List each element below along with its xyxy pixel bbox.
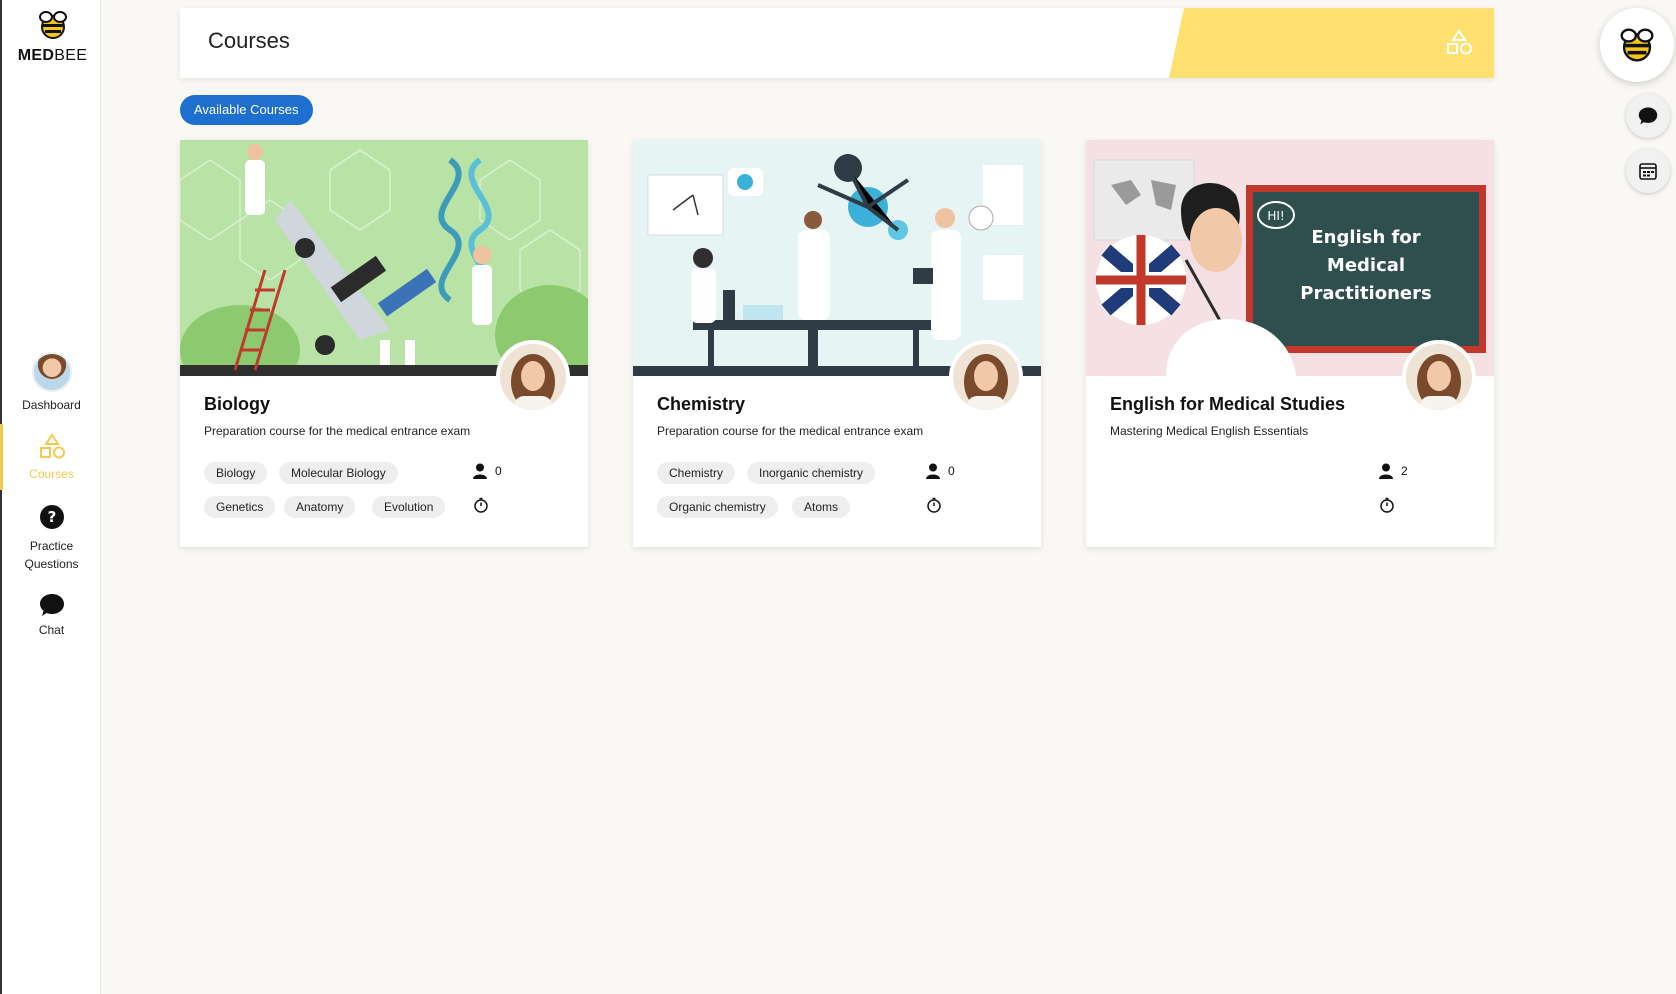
sidebar-item-dashboard[interactable]: Dashboard xyxy=(2,352,101,414)
question-icon: ? xyxy=(39,505,64,529)
student-count-value: 0 xyxy=(495,464,502,478)
course-description: Preparation course for the medical entra… xyxy=(657,424,924,438)
topic-tag[interactable]: Anatomy xyxy=(284,496,356,518)
topic-tag[interactable]: Atoms xyxy=(792,496,851,518)
user-icon xyxy=(1379,463,1393,479)
sidebar-item-label: Chat xyxy=(38,623,65,637)
chat-button[interactable] xyxy=(1626,94,1670,138)
stopwatch-icon xyxy=(927,497,941,513)
sidebar-item-label: Dashboard xyxy=(22,398,81,412)
page-title: Courses xyxy=(208,28,290,53)
calendar-button[interactable] xyxy=(1626,149,1670,193)
sidebar: MEDBEE Dashboard Courses ? Practice Quest… xyxy=(0,0,101,994)
student-count: 2 xyxy=(1379,463,1408,479)
speech-bubble-text: HI! xyxy=(1267,209,1284,223)
instructor-avatar xyxy=(949,340,1023,414)
topic-tag[interactable]: Evolution xyxy=(372,496,446,518)
topic-tag[interactable]: Chemistry xyxy=(657,462,736,484)
topic-tag[interactable]: Genetics xyxy=(204,496,276,518)
topic-tag[interactable]: Biology xyxy=(204,462,268,484)
instructor-avatar xyxy=(496,340,570,414)
user-icon xyxy=(926,463,940,479)
sidebar-item-label: Courses xyxy=(29,467,74,481)
sidebar-item-chat[interactable]: Chat xyxy=(2,592,101,639)
topic-tag[interactable]: Organic chemistry xyxy=(657,496,778,518)
student-count: 0 xyxy=(926,463,955,479)
svg-text:?: ? xyxy=(47,508,56,526)
duration xyxy=(473,497,489,513)
sidebar-item-practice-questions[interactable]: ? Practice Questions xyxy=(2,504,101,573)
course-title: Biology xyxy=(204,394,270,414)
page-header: Courses xyxy=(180,8,1494,78)
user-avatar-icon xyxy=(31,352,72,392)
available-courses-button[interactable]: Available Courses xyxy=(180,95,313,125)
shapes-icon xyxy=(39,433,65,459)
sidebar-item-label: Practice Questions xyxy=(24,539,79,571)
student-count-value: 0 xyxy=(948,464,955,478)
board-text-line: Medical xyxy=(1327,255,1405,276)
medbee-assistant-button[interactable] xyxy=(1600,8,1674,82)
course-card-chemistry[interactable]: Chemistry Preparation course for the med… xyxy=(633,140,1041,547)
stopwatch-icon xyxy=(474,497,488,513)
chat-icon xyxy=(39,594,64,616)
course-card-biology[interactable]: Biology Preparation course for the medic… xyxy=(180,140,588,547)
sidebar-item-courses[interactable]: Courses xyxy=(0,424,101,490)
instructor-avatar xyxy=(1402,340,1476,414)
board-text-line: Practitioners xyxy=(1300,283,1431,304)
course-description: Preparation course for the medical entra… xyxy=(204,424,471,438)
calendar-icon xyxy=(1639,163,1657,180)
course-description: Mastering Medical English Essentials xyxy=(1110,424,1309,438)
course-title: Chemistry xyxy=(657,394,746,414)
chat-icon xyxy=(1638,107,1658,125)
bee-logo-icon xyxy=(1620,28,1654,62)
topic-tag[interactable]: Inorganic chemistry xyxy=(747,462,876,484)
student-count-value: 2 xyxy=(1401,464,1408,478)
shapes-icon xyxy=(1447,29,1472,55)
bee-logo-icon xyxy=(38,11,67,39)
user-icon xyxy=(473,463,487,479)
course-title: English for Medical Studies xyxy=(1110,394,1346,414)
medbee-logo[interactable]: MEDBEE xyxy=(2,10,103,65)
brand-name: MEDBEE xyxy=(17,47,88,64)
board-text-line: English for xyxy=(1311,227,1420,248)
stopwatch-icon xyxy=(1380,497,1394,513)
topic-tag[interactable]: Molecular Biology xyxy=(279,462,398,484)
duration xyxy=(926,497,942,513)
course-card-english[interactable]: English for Medical Practitioners HI! En… xyxy=(1086,140,1494,547)
student-count: 0 xyxy=(473,463,502,479)
duration xyxy=(1379,497,1395,513)
